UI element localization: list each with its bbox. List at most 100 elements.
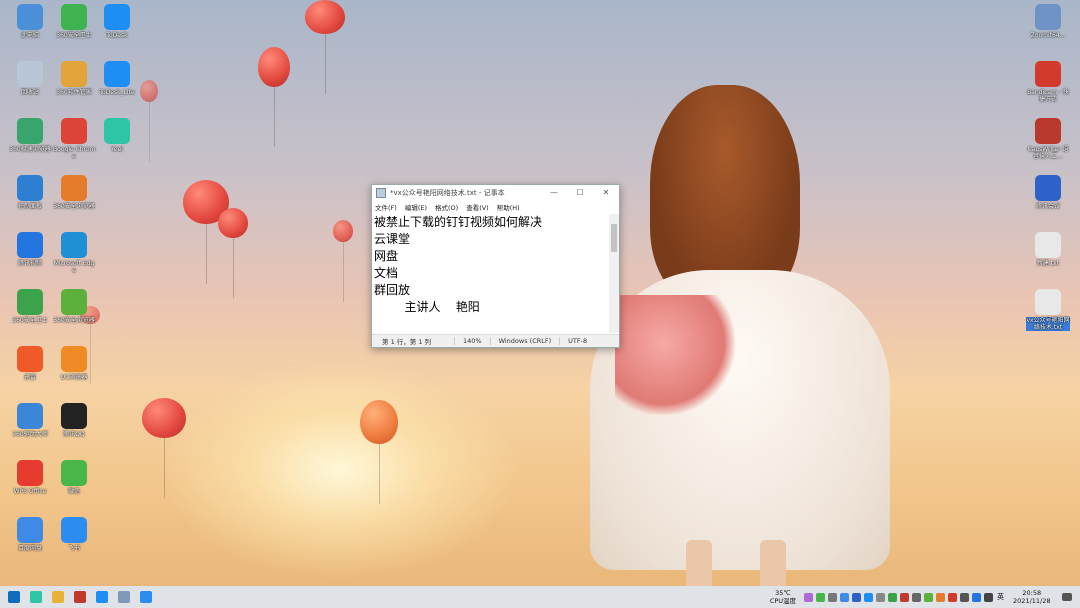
app-icon [104, 4, 130, 30]
tray-app-icon[interactable] [827, 592, 837, 602]
wallpaper-balloon [218, 208, 248, 298]
desktop-shortcut[interactable]: Yeel [95, 118, 139, 153]
tray-app-icon[interactable] [983, 592, 993, 602]
shortcut-label: 360安全浏览器 [53, 317, 95, 324]
shortcut-label: 360安全卫士 [56, 32, 92, 39]
desktop-shortcut[interactable]: Google Chrome [52, 118, 96, 160]
desktop-shortcut[interactable]: 360极速浏览器 [8, 118, 52, 153]
desktop-shortcut[interactable]: UC浏览器 [52, 346, 96, 381]
app-icon [17, 517, 43, 543]
desktop-shortcut[interactable]: 360软件管家 [52, 61, 96, 96]
taskbar-feishu[interactable] [135, 586, 157, 608]
tray-app-icon[interactable] [935, 592, 945, 602]
tray-app-icon[interactable] [851, 592, 861, 602]
minimize-button[interactable]: — [541, 188, 567, 197]
tray-app-icon[interactable] [947, 592, 957, 602]
app-icon [17, 232, 43, 258]
shortcut-label: ToDesk_Lite [99, 89, 135, 96]
shortcut-label: 360软件管家 [56, 89, 92, 96]
wallpaper-girl-leg [686, 540, 712, 590]
desktop-shortcut[interactable]: Bandicam - 快捷方式 [1026, 61, 1070, 103]
scrollbar-thumb[interactable] [611, 224, 617, 252]
tray-app-icon[interactable] [923, 592, 933, 602]
tray-app-icon[interactable] [839, 592, 849, 602]
app-icon [17, 175, 43, 201]
shortcut-label: 此电脑 [20, 32, 39, 39]
desktop-shortcut[interactable]: 腾讯QQ [52, 403, 96, 438]
app-icon [61, 403, 87, 429]
tray-app-icon[interactable] [875, 592, 885, 602]
desktop-shortcut[interactable]: 360安全浏览器 [52, 175, 96, 210]
menu-help[interactable]: 帮助(H) [497, 202, 520, 212]
shortcut-label: vx公众号艳阳网络技术.txt [1026, 317, 1070, 331]
taskbar-notepad[interactable] [113, 586, 135, 608]
vertical-scrollbar[interactable] [609, 214, 619, 333]
menu-edit[interactable]: 编辑(E) [405, 202, 427, 212]
tray-app-icon[interactable] [971, 592, 981, 602]
app-icon [17, 460, 43, 486]
taskbar-start-button[interactable] [3, 586, 25, 608]
ime-indicator[interactable]: 英 [997, 592, 1004, 602]
menu-file[interactable]: 文件(F) [375, 202, 397, 212]
tray-app-icon[interactable] [959, 592, 969, 602]
desktop-shortcut[interactable]: WPS Office [8, 460, 52, 495]
desktop-shortcut[interactable]: 飞书 [52, 517, 96, 552]
taskbar-yeel[interactable] [25, 586, 47, 608]
notification-icon[interactable] [1062, 593, 1072, 601]
shortcut-label: UC浏览器 [60, 374, 88, 381]
app-icon [17, 4, 43, 30]
system-tray: 35℃ CPU温度 英 20:58 2021/11/28 [770, 586, 1080, 608]
cursor-position: 第 1 行，第 1 列 [382, 338, 432, 346]
menu-format[interactable]: 格式(O) [435, 202, 458, 212]
desktop-shortcut[interactable]: 360安全卫士 [52, 4, 96, 39]
tray-app-icon[interactable] [911, 592, 921, 602]
shortcut-label: 360极速浏览器 [9, 146, 51, 153]
wallpaper-balloon [360, 400, 398, 504]
desktop-shortcut[interactable]: 控制面板 [8, 175, 52, 210]
text-line: 被禁止下载的钉钉视频如何解决 [374, 215, 543, 229]
shortcut-label: 360驱动大师 [12, 431, 48, 438]
taskbar-apps [3, 586, 157, 608]
maximize-button[interactable]: ☐ [567, 188, 593, 197]
taskbar-todesk[interactable] [91, 586, 113, 608]
desktop-shortcut[interactable]: CapsWriter 语音输入工... [1026, 118, 1070, 160]
notepad-window[interactable]: *vx公众号艳阳网络技术.txt - 记事本 — ☐ ✕ 文件(F) 编辑(E)… [371, 184, 620, 348]
clock[interactable]: 20:58 2021/11/28 [1013, 589, 1050, 605]
app-icon [61, 289, 87, 315]
desktop-shortcut[interactable]: 腾讯会议 [1026, 175, 1070, 210]
close-button[interactable]: ✕ [593, 188, 619, 197]
desktop-shortcut[interactable]: 360安全浏览器 [52, 289, 96, 324]
desktop-shortcut[interactable]: Microsoft Edge [52, 232, 96, 274]
text-editor[interactable]: 被禁止下载的钉钉视频如何解决 云课堂 网盘 文档 群回放 主讲人 艳阳 [374, 214, 606, 333]
taskbar-bandicam[interactable] [69, 586, 91, 608]
desktop-shortcut[interactable]: 360安全卫士 [8, 289, 52, 324]
desktop-shortcut[interactable]: 回收站 [8, 61, 52, 96]
desktop-shortcut[interactable]: 新建.txt [1026, 232, 1070, 267]
app-icon [61, 460, 87, 486]
shortcut-label: 飞书 [67, 545, 80, 552]
tray-app-icon[interactable] [887, 592, 897, 602]
shortcut-label: Yeel [111, 146, 123, 153]
desktop-shortcut[interactable]: ToDesk_Lite [95, 61, 139, 96]
desktop-shortcut[interactable]: 迅雷 [8, 346, 52, 381]
desktop-shortcut[interactable]: 360驱动大师 [8, 403, 52, 438]
desktop-shortcut[interactable]: 百度网盘 [8, 517, 52, 552]
desktop-shortcut[interactable]: 此电脑 [8, 4, 52, 39]
desktop-shortcut[interactable]: vx公众号艳阳网络技术.txt [1026, 289, 1070, 331]
desktop-shortcut[interactable]: Zoomit64... [1026, 4, 1070, 39]
desktop-shortcut[interactable]: 腾讯视频 [8, 232, 52, 267]
shortcut-label: 腾讯QQ [63, 431, 85, 438]
shortcut-label: WPS Office [13, 488, 47, 495]
taskbar-file-explorer[interactable] [47, 586, 69, 608]
tray-app-icon[interactable] [863, 592, 873, 602]
yeel-icon [30, 591, 42, 603]
app-icon [61, 118, 87, 144]
menu-view[interactable]: 查看(V) [466, 202, 489, 212]
cpu-temperature[interactable]: 35℃ CPU温度 [770, 589, 796, 605]
tray-app-icon[interactable] [803, 592, 813, 602]
desktop-shortcut[interactable]: ToDesk [95, 4, 139, 39]
tray-app-icon[interactable] [899, 592, 909, 602]
title-bar[interactable]: *vx公众号艳阳网络技术.txt - 记事本 — ☐ ✕ [372, 185, 619, 200]
desktop-shortcut[interactable]: 微信 [52, 460, 96, 495]
tray-app-icon[interactable] [815, 592, 825, 602]
